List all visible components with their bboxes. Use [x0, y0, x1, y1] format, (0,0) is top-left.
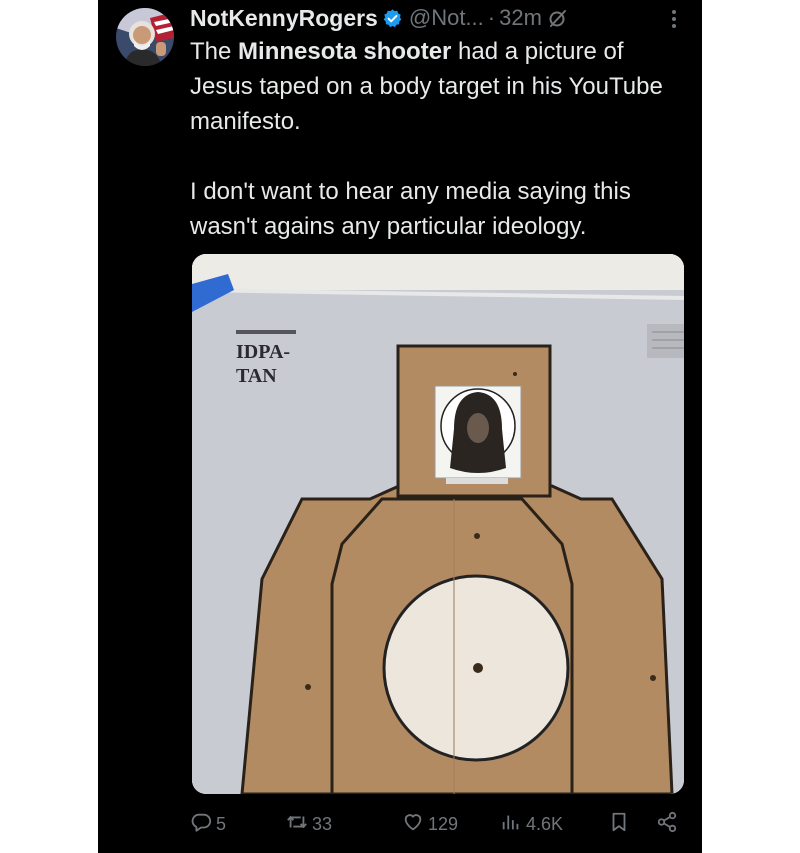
target-label-line2: TAN [236, 365, 277, 387]
like-button[interactable]: 129 [402, 806, 458, 842]
share-icon [656, 811, 678, 838]
share-button[interactable] [656, 806, 678, 842]
tweet-time[interactable]: 32m [499, 5, 542, 31]
edited-icon [548, 8, 568, 28]
tweet-paragraph-1: The Minnesota shooter had a picture of J… [190, 34, 690, 139]
author-name[interactable]: NotKennyRogers [190, 5, 378, 32]
tweet-text: The Minnesota shooter had a picture of J… [190, 34, 690, 244]
more-icon[interactable] [664, 4, 684, 32]
verified-badge-icon [382, 8, 403, 29]
views-icon [500, 811, 522, 838]
tweet-header: NotKennyRogers @Not... · 32m [190, 4, 684, 32]
tweet-card: NotKennyRogers @Not... · 32m The Minneso… [98, 0, 702, 853]
reply-icon [190, 811, 212, 838]
separator-dot: · [487, 5, 496, 30]
repost-button[interactable]: 33 [286, 806, 332, 842]
repost-icon [286, 811, 308, 838]
tweet-text-bold: Minnesota shooter [238, 38, 452, 65]
views-button[interactable]: 4.6K [500, 806, 563, 842]
tweet-paragraph-2: I don't want to hear any media saying th… [190, 178, 631, 240]
reply-count: 5 [216, 813, 227, 834]
like-count: 129 [428, 813, 459, 834]
reply-button[interactable]: 5 [190, 806, 226, 842]
bookmark-button[interactable] [608, 806, 630, 842]
tweet-actions: 5 33 129 4.6K [190, 806, 680, 842]
author-handle[interactable]: @Not... [409, 5, 484, 31]
bookmark-icon [608, 811, 630, 838]
avatar[interactable] [116, 8, 174, 66]
repost-count: 33 [312, 813, 333, 834]
views-count: 4.6K [526, 813, 564, 834]
target-label-line1: IDPA- [236, 341, 290, 363]
tweet-text-1a: The [190, 38, 239, 65]
like-icon [402, 811, 424, 838]
tweet-media[interactable]: IDPA- TAN [192, 254, 684, 794]
